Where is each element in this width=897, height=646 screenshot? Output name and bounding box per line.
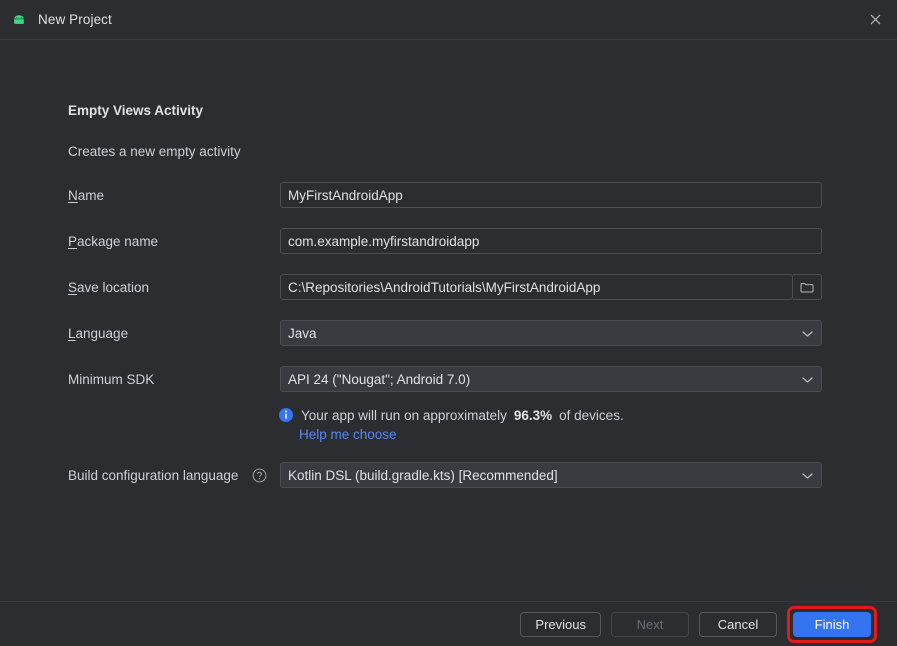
label-language: Language [68,326,129,341]
label-build-configuration-language: Build configuration language [68,468,239,483]
close-icon[interactable] [853,0,897,38]
package-name-input[interactable]: com.example.myfirstandroidapp [280,228,822,254]
page-subtitle: Creates a new empty activity [68,144,241,159]
label-package-name: Package name [68,234,159,249]
dialog-titlebar: New Project [0,0,897,40]
folder-icon[interactable] [793,274,822,300]
language-select[interactable]: Java [280,320,822,346]
next-button: Next [611,611,689,637]
help-me-choose-link[interactable]: Help me choose [299,427,397,442]
page-title: Empty Views Activity [68,103,204,118]
label-minimum-sdk: Minimum SDK [68,372,155,387]
finish-button[interactable]: Finish [793,611,871,637]
sdk-coverage-percent: 96.3% [513,407,553,423]
sdk-coverage-text-after: of devices. [559,407,624,423]
package-name-input-value: com.example.myfirstandroidapp [288,233,480,249]
build-configuration-language-select[interactable]: Kotlin DSL (build.gradle.kts) [Recommend… [280,462,822,488]
build-configuration-language-select-value: Kotlin DSL (build.gradle.kts) [Recommend… [288,467,558,483]
minimum-sdk-select-value: API 24 ("Nougat"; Android 7.0) [288,371,471,387]
cancel-button[interactable]: Cancel [699,611,777,637]
label-save-location: Save location [68,280,150,295]
chevron-down-icon [802,326,813,341]
save-location-input[interactable]: C:\Repositories\AndroidTutorials\MyFirst… [280,274,793,300]
android-robot-icon [10,11,28,29]
dialog-title: New Project [38,12,112,27]
chevron-down-icon [802,372,813,387]
save-location-input-value: C:\Repositories\AndroidTutorials\MyFirst… [288,279,601,295]
label-name: Name [68,188,105,203]
info-icon [278,407,294,423]
name-input[interactable]: MyFirstAndroidApp [280,182,822,208]
finish-button-highlight-wrapper: Finish [787,605,877,643]
dialog-footer: Previous Next Cancel Finish [0,601,897,646]
chevron-down-icon [802,468,813,483]
language-select-value: Java [288,325,317,341]
sdk-coverage-text-before: Your app will run on approximately [301,407,507,423]
help-circle-icon[interactable] [252,468,268,484]
minimum-sdk-select[interactable]: API 24 ("Nougat"; Android 7.0) [280,366,822,392]
name-input-value: MyFirstAndroidApp [288,187,403,203]
sdk-coverage-info: Your app will run on approximately 96.3%… [278,407,624,423]
new-project-dialog: New Project Empty Views Activity Creates… [0,0,897,646]
previous-button[interactable]: Previous [520,611,601,637]
dialog-content: Empty Views Activity Creates a new empty… [0,40,897,601]
